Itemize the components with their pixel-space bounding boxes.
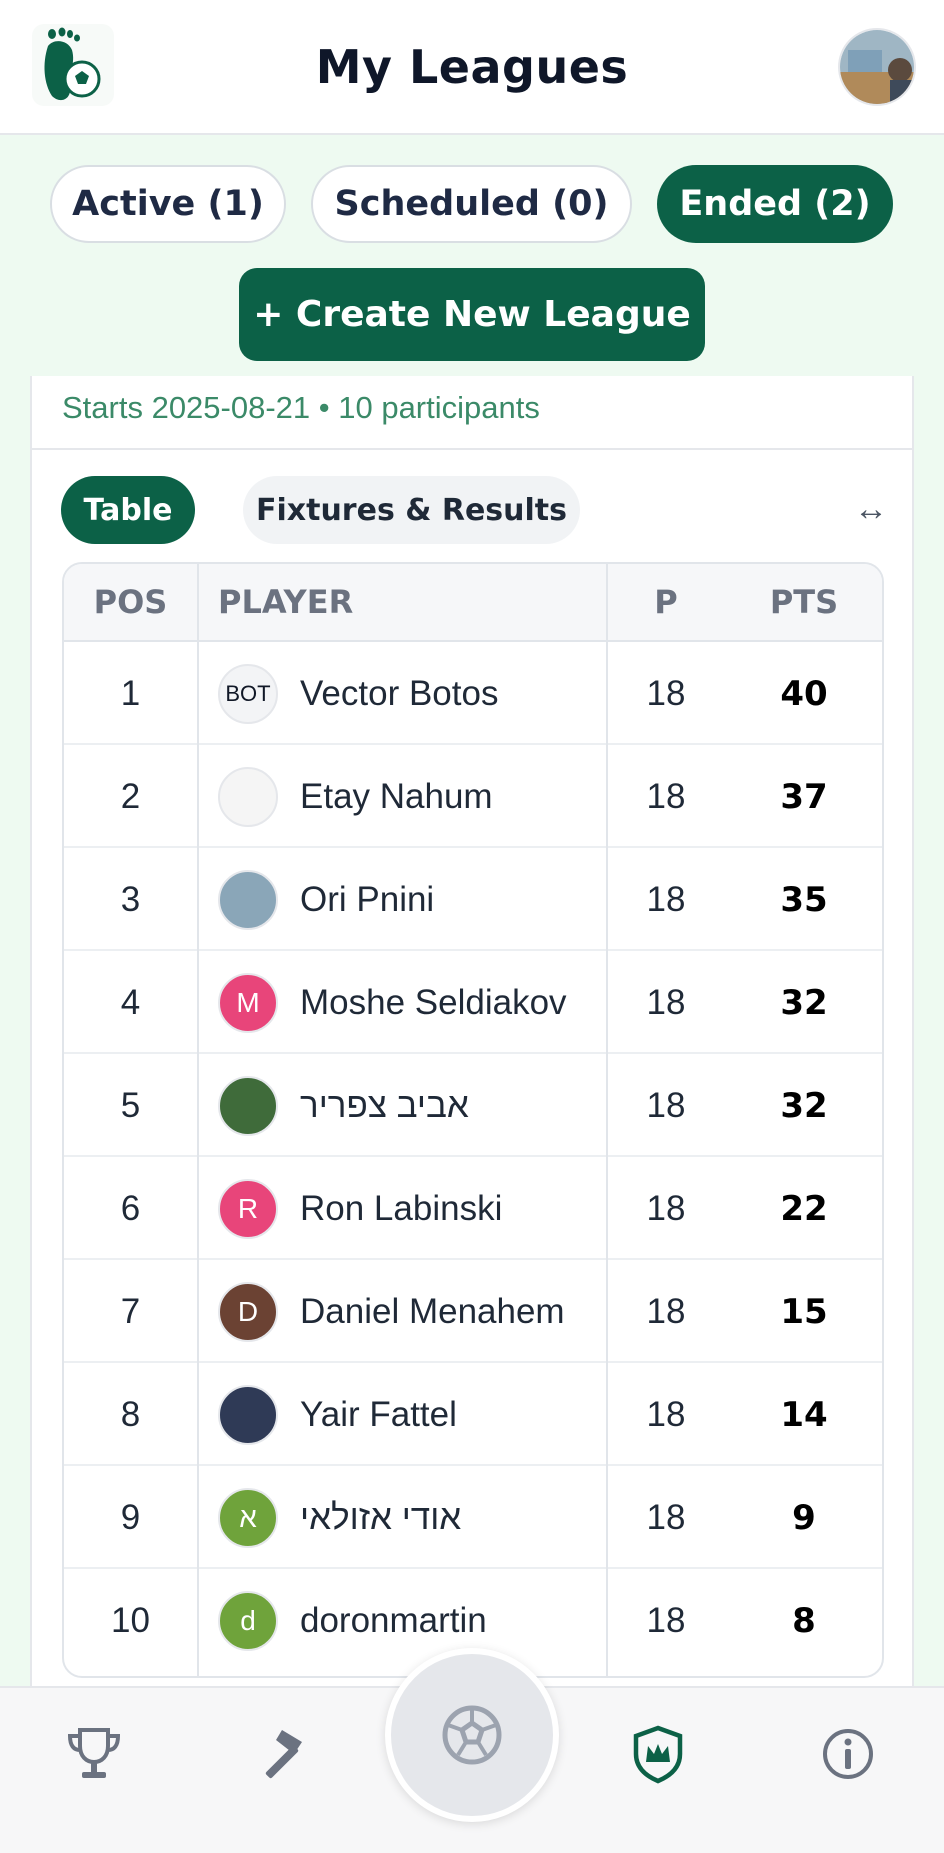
page-title: My Leagues: [315, 40, 629, 94]
played-count: 18: [646, 673, 686, 713]
points: 22: [780, 1188, 828, 1229]
league-card: Starts 2025-08-21 • 10 participants Tabl…: [30, 376, 914, 1696]
player-avatar: [218, 1363, 278, 1466]
trophy-icon[interactable]: [64, 1724, 124, 1784]
points: 40: [780, 673, 828, 714]
hammer-icon[interactable]: [252, 1724, 312, 1784]
points: 32: [780, 982, 828, 1023]
player-avatar: [218, 848, 278, 951]
played-count: 18: [646, 879, 686, 919]
col-played: P: [654, 583, 678, 621]
row-position: 7: [120, 1291, 141, 1331]
col-player: PLAYER: [218, 583, 354, 621]
row-position: 9: [120, 1497, 141, 1537]
crown-shield-icon[interactable]: [628, 1724, 688, 1784]
row-position: 3: [120, 879, 141, 919]
points: 9: [792, 1497, 816, 1538]
avatar-circle: [218, 1075, 278, 1136]
user-avatar[interactable]: [838, 28, 916, 106]
row-position: 2: [120, 776, 141, 816]
row-position: 4: [120, 982, 141, 1022]
table-header: POS PLAYER P PTS: [64, 564, 882, 642]
table-row[interactable]: 4 M Moshe Seldiakov 18 32: [64, 951, 882, 1054]
player-avatar: BOT: [218, 642, 278, 745]
table-row[interactable]: 9 א אודי אזולאי 18 9: [64, 1466, 882, 1569]
points: 15: [780, 1291, 828, 1332]
avatar-circle: R: [218, 1178, 278, 1239]
row-position: 1: [120, 673, 141, 713]
soccer-ball-icon: [442, 1705, 502, 1765]
row-position: 5: [120, 1085, 141, 1125]
fixtures-results-button[interactable]: Fixtures & Results: [243, 476, 580, 544]
league-subtitle: Starts 2025-08-21 • 10 participants: [62, 390, 540, 425]
row-position: 6: [120, 1188, 141, 1228]
tab-scheduled[interactable]: Scheduled (0): [311, 165, 632, 243]
avatar-circle: [218, 766, 278, 827]
table-row[interactable]: 5 אביב צפריר 18 32: [64, 1054, 882, 1157]
points: 14: [780, 1394, 828, 1435]
tab-active[interactable]: Active (1): [50, 165, 286, 243]
played-count: 18: [646, 1600, 686, 1640]
column-divider: [197, 564, 199, 1676]
played-count: 18: [646, 1394, 686, 1434]
avatar-circle: M: [218, 972, 278, 1033]
table-row[interactable]: 1 BOT Vector Botos 18 40: [64, 642, 882, 745]
table-view-button[interactable]: Table: [61, 476, 195, 544]
table-row[interactable]: 8 Yair Fattel 18 14: [64, 1363, 882, 1466]
played-count: 18: [646, 776, 686, 816]
avatar-circle: BOT: [218, 663, 278, 724]
center-play-button[interactable]: [385, 1648, 559, 1822]
create-league-button[interactable]: + Create New League: [239, 268, 705, 361]
player-avatar: א: [218, 1466, 278, 1569]
top-bar: My Leagues: [0, 0, 944, 135]
played-count: 18: [646, 1497, 686, 1537]
table-row[interactable]: 2 Etay Nahum 18 37: [64, 745, 882, 848]
divider: [32, 448, 912, 450]
points: 8: [792, 1600, 816, 1641]
player-avatar: d: [218, 1569, 278, 1672]
table-row[interactable]: 6 R Ron Labinski 18 22: [64, 1157, 882, 1260]
avatar-photo-icon: [840, 30, 914, 104]
avatar-circle: [218, 1384, 278, 1445]
player-avatar: [218, 745, 278, 848]
player-avatar: [218, 1054, 278, 1157]
played-count: 18: [646, 1085, 686, 1125]
standings-table: POS PLAYER P PTS 1 BOT Vector Botos 18 4…: [62, 562, 884, 1678]
table-row[interactable]: 7 D Daniel Menahem 18 15: [64, 1260, 882, 1363]
played-count: 18: [646, 982, 686, 1022]
player-avatar: D: [218, 1260, 278, 1363]
points: 35: [780, 879, 828, 920]
column-divider: [606, 564, 608, 1676]
points: 32: [780, 1085, 828, 1126]
played-count: 18: [646, 1188, 686, 1228]
points: 37: [780, 776, 828, 817]
avatar-circle: d: [218, 1590, 278, 1651]
col-pos: POS: [93, 583, 168, 621]
tab-ended[interactable]: Ended (2): [657, 165, 893, 243]
col-points: PTS: [769, 583, 839, 621]
info-icon[interactable]: [818, 1724, 878, 1784]
player-avatar: M: [218, 951, 278, 1054]
avatar-circle: D: [218, 1281, 278, 1342]
table-row[interactable]: 3 Ori Pnini 18 35: [64, 848, 882, 951]
player-avatar: R: [218, 1157, 278, 1260]
played-count: 18: [646, 1291, 686, 1331]
swap-horizontal-icon[interactable]: ↔: [854, 490, 888, 529]
row-position: 10: [111, 1600, 150, 1640]
avatar-circle: [218, 869, 278, 930]
avatar-circle: א: [218, 1487, 278, 1548]
row-position: 8: [120, 1394, 141, 1434]
